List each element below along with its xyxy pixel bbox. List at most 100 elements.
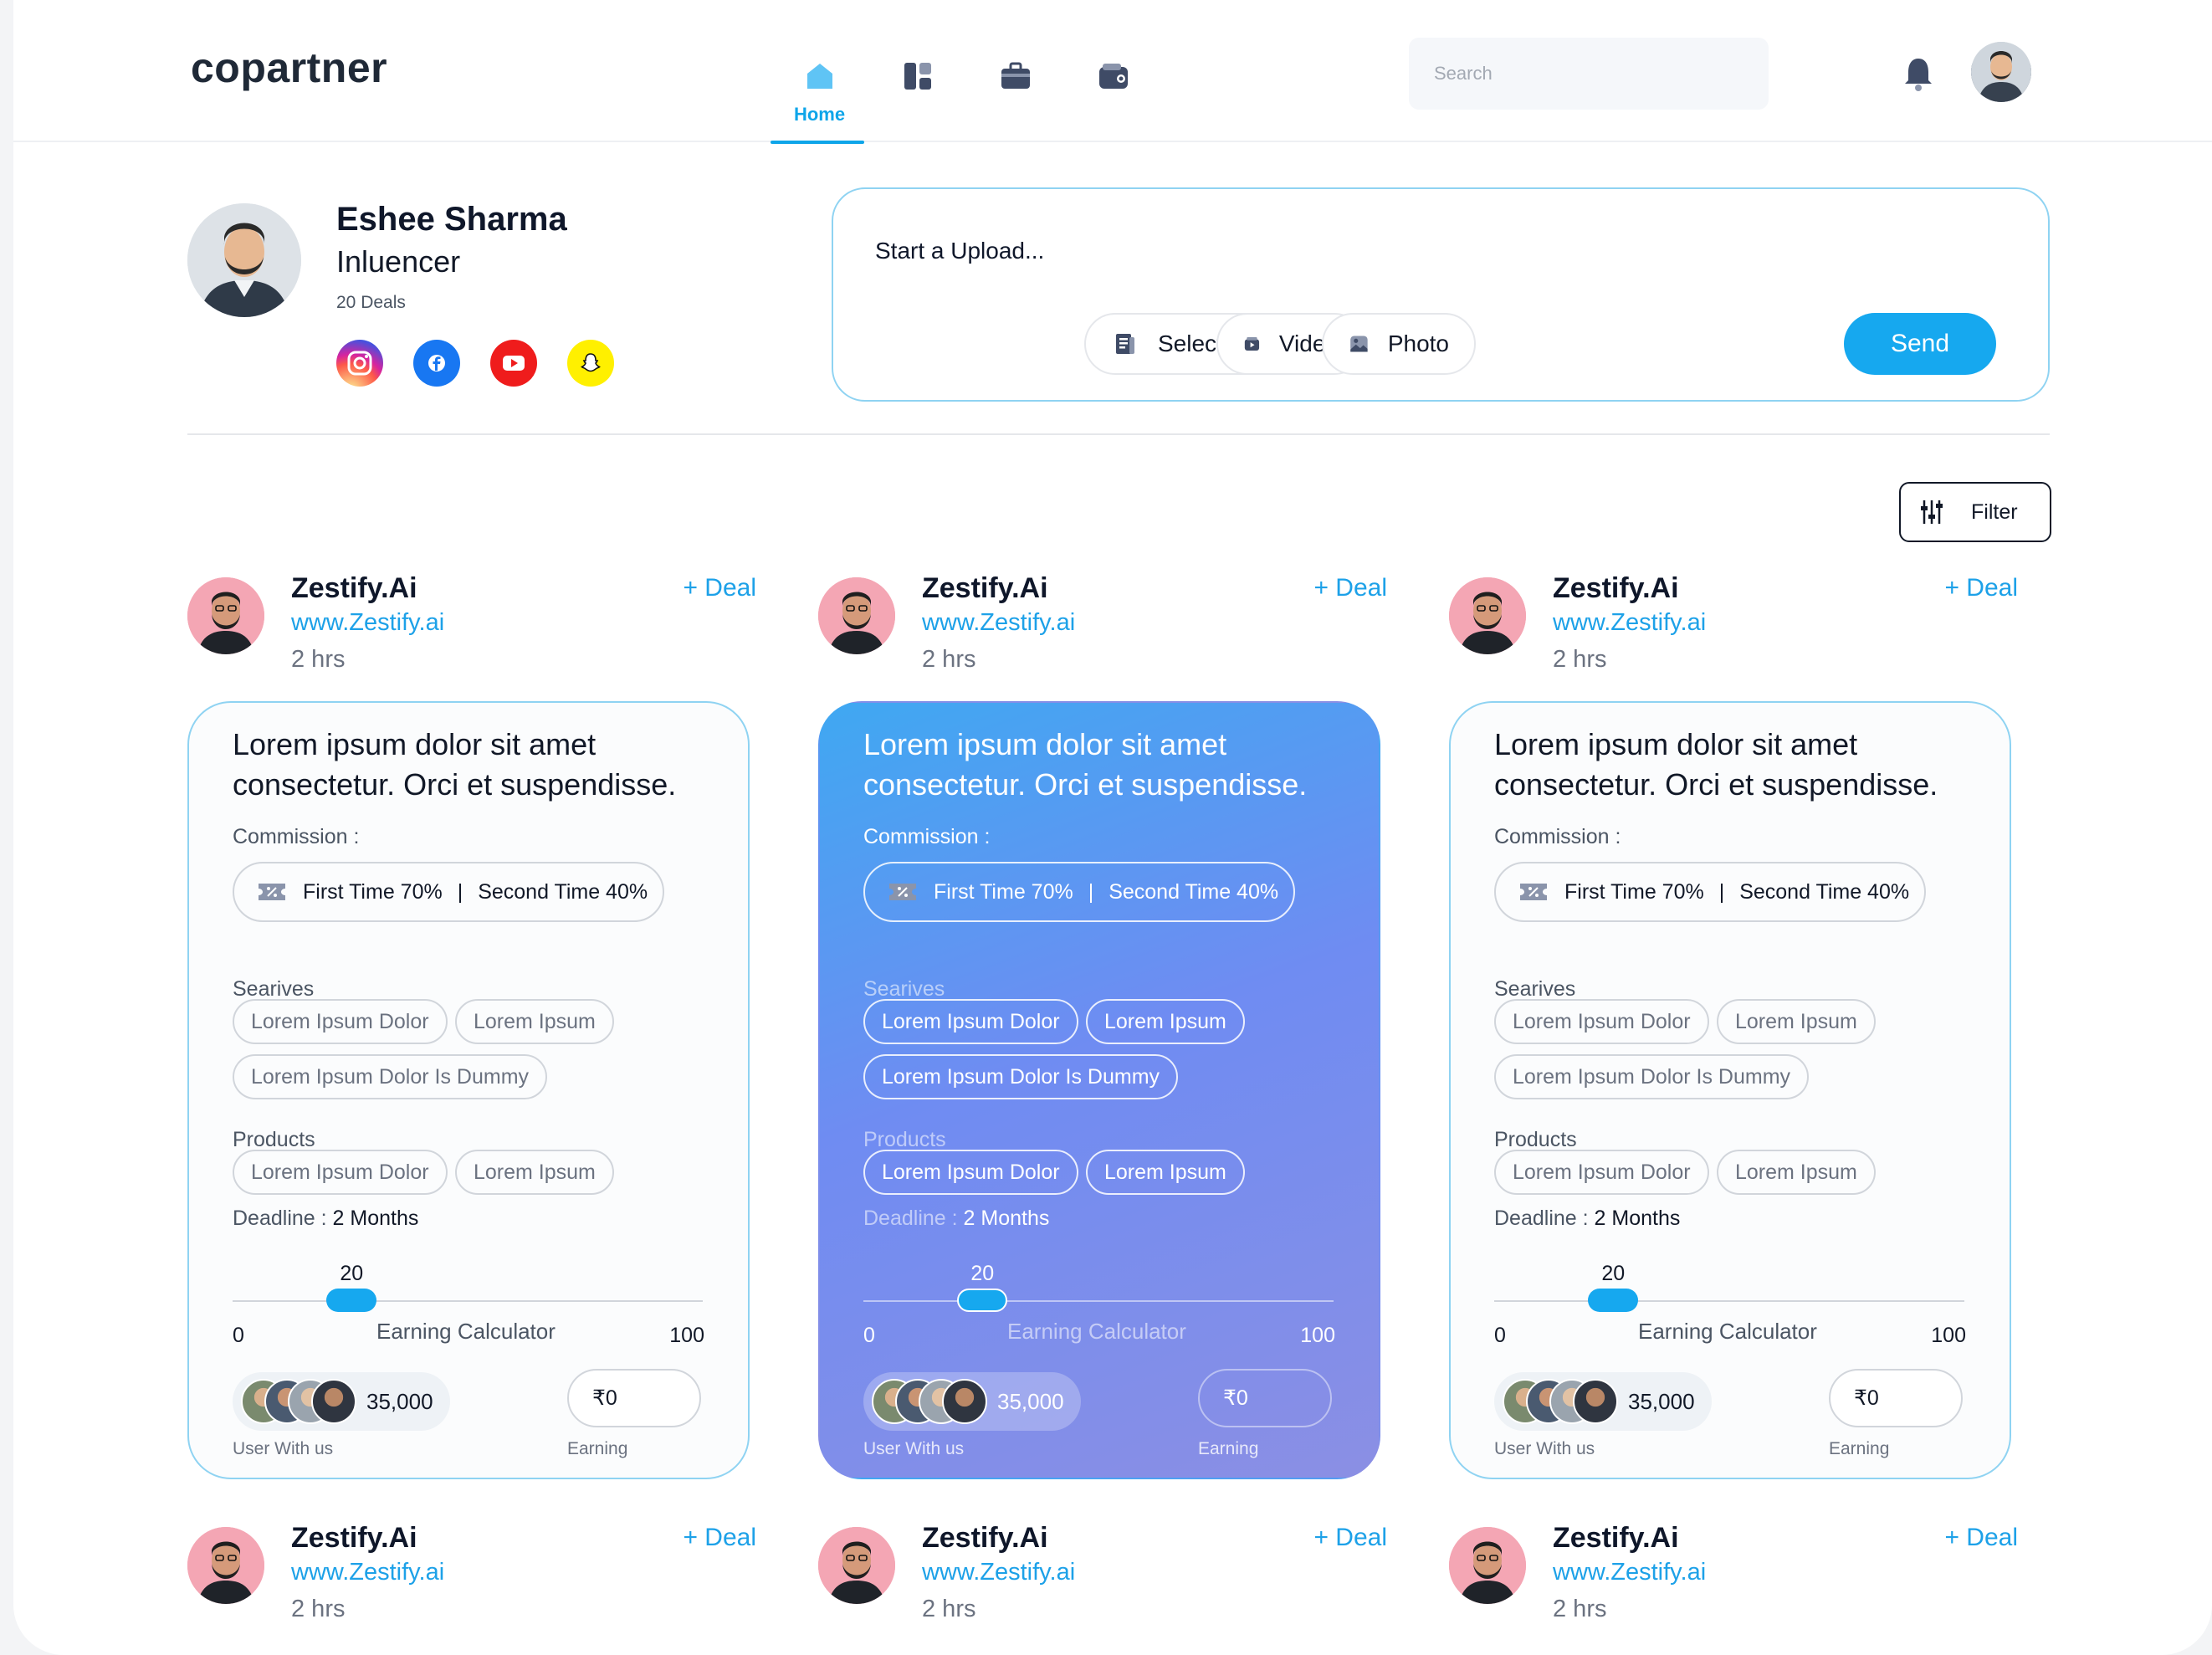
service-chip[interactable]: Lorem Ipsum Dolor Is Dummy bbox=[233, 1054, 548, 1099]
company-name: Zestify.Ai bbox=[922, 572, 1048, 604]
service-chip[interactable]: Lorem Ipsum Dolor bbox=[1494, 999, 1709, 1044]
product-chip[interactable]: Lorem Ipsum bbox=[1086, 1150, 1245, 1195]
earning-slider-handle[interactable] bbox=[1588, 1289, 1639, 1312]
snapchat-icon[interactable] bbox=[567, 340, 614, 387]
app-frame: copartner Home Eshee Sharma Inluencer bbox=[13, 0, 2212, 1655]
slider-min: 0 bbox=[1494, 1324, 1506, 1347]
profile-avatar bbox=[187, 203, 301, 317]
services-label: Searives bbox=[1494, 977, 1576, 1001]
service-chip[interactable]: Lorem Ipsum bbox=[455, 999, 614, 1044]
profile-deals-count: 20 Deals bbox=[336, 293, 406, 312]
slider-max: 100 bbox=[669, 1324, 704, 1347]
post-time: 2 hrs bbox=[922, 646, 976, 673]
deal-card[interactable]: Lorem ipsum dolor sit amet consectetur. … bbox=[1449, 701, 2011, 1479]
social-links bbox=[336, 340, 614, 387]
earning-slider-track[interactable] bbox=[233, 1300, 703, 1302]
user-avatars bbox=[1503, 1379, 1620, 1424]
upload-prompt[interactable]: Start a Upload... bbox=[875, 238, 1044, 264]
section-divider bbox=[187, 433, 2050, 435]
product-chip[interactable]: Lorem Ipsum bbox=[1717, 1150, 1876, 1195]
select-label: Select bbox=[1158, 330, 1223, 356]
first-time-rate: First Time 70% bbox=[303, 879, 443, 904]
company-url[interactable]: www.Zestify.ai bbox=[1553, 609, 1706, 637]
add-deal-link[interactable]: + Deal bbox=[1944, 1524, 2018, 1552]
deal-header: Zestify.Ai www.Zestify.ai 2 hrs + Deal bbox=[818, 572, 1387, 678]
filter-button[interactable]: Filter bbox=[1899, 482, 2051, 542]
instagram-icon[interactable] bbox=[336, 340, 383, 387]
service-chip[interactable]: Lorem Ipsum Dolor bbox=[233, 999, 448, 1044]
company-url[interactable]: www.Zestify.ai bbox=[922, 1559, 1075, 1586]
post-time: 2 hrs bbox=[291, 1596, 346, 1622]
company-name: Zestify.Ai bbox=[291, 1522, 417, 1554]
users-label: User With us bbox=[233, 1439, 334, 1458]
deal-card[interactable]: Lorem ipsum dolor sit amet consectetur. … bbox=[818, 701, 1380, 1479]
discount-ticket-icon bbox=[889, 884, 916, 900]
add-deal-link[interactable]: + Deal bbox=[683, 1524, 756, 1552]
photo-button[interactable]: Photo bbox=[1322, 313, 1476, 375]
user-avatars bbox=[872, 1379, 989, 1424]
facebook-icon[interactable] bbox=[413, 340, 460, 387]
service-chip[interactable]: Lorem Ipsum Dolor Is Dummy bbox=[1494, 1054, 1810, 1099]
company-url[interactable]: www.Zestify.ai bbox=[291, 609, 444, 637]
earning-field[interactable]: ₹0 bbox=[1198, 1369, 1332, 1427]
product-chip[interactable]: Lorem Ipsum bbox=[455, 1150, 614, 1195]
deadline-label: Deadline : bbox=[1494, 1207, 1589, 1230]
post-time: 2 hrs bbox=[1553, 1596, 1607, 1622]
product-chip[interactable]: Lorem Ipsum Dolor bbox=[233, 1150, 448, 1195]
product-chip[interactable]: Lorem Ipsum Dolor bbox=[1494, 1150, 1709, 1195]
slider-min: 0 bbox=[863, 1324, 875, 1347]
rate-separator: | bbox=[1718, 879, 1725, 904]
user-avatar[interactable] bbox=[1971, 42, 2031, 102]
nav-wallet[interactable] bbox=[1064, 44, 1162, 142]
service-chip[interactable]: Lorem Ipsum Dolor bbox=[863, 999, 1078, 1044]
slider-max: 100 bbox=[1300, 1324, 1335, 1347]
bell-icon[interactable] bbox=[1902, 55, 1935, 92]
add-deal-link[interactable]: + Deal bbox=[683, 574, 756, 602]
nav-deals[interactable] bbox=[966, 44, 1064, 142]
company-avatar[interactable] bbox=[187, 1527, 264, 1604]
service-chip[interactable]: Lorem Ipsum bbox=[1717, 999, 1876, 1044]
logo[interactable]: copartner bbox=[191, 44, 387, 92]
earning-slider-handle[interactable] bbox=[326, 1289, 377, 1312]
send-button[interactable]: Send bbox=[1844, 313, 1996, 375]
company-avatar[interactable] bbox=[818, 1527, 895, 1604]
service-chip[interactable]: Lorem Ipsum Dolor Is Dummy bbox=[863, 1054, 1179, 1099]
users-label: User With us bbox=[863, 1439, 965, 1458]
deal-card[interactable]: Lorem ipsum dolor sit amet consectetur. … bbox=[187, 701, 750, 1479]
company-avatar[interactable] bbox=[1449, 577, 1526, 654]
users-count: 35,000 bbox=[997, 1388, 1064, 1414]
users-pill: 35,000 bbox=[863, 1372, 1081, 1431]
deadline-label: Deadline : bbox=[863, 1207, 958, 1230]
product-chip[interactable]: Lorem Ipsum Dolor bbox=[863, 1150, 1078, 1195]
discount-ticket-icon bbox=[1520, 884, 1547, 900]
service-chip[interactable]: Lorem Ipsum bbox=[1086, 999, 1245, 1044]
nav-dashboard[interactable] bbox=[868, 44, 966, 142]
add-deal-link[interactable]: + Deal bbox=[1313, 574, 1387, 602]
search-input[interactable] bbox=[1409, 38, 1769, 110]
youtube-icon[interactable] bbox=[490, 340, 537, 387]
company-avatar[interactable] bbox=[187, 577, 264, 654]
company-avatar[interactable] bbox=[818, 577, 895, 654]
first-time-rate: First Time 70% bbox=[934, 879, 1073, 904]
company-url[interactable]: www.Zestify.ai bbox=[1553, 1559, 1706, 1586]
users-label: User With us bbox=[1494, 1439, 1595, 1458]
earning-field[interactable]: ₹0 bbox=[1829, 1369, 1963, 1427]
earning-slider-track[interactable] bbox=[863, 1300, 1334, 1302]
company-avatar[interactable] bbox=[1449, 1527, 1526, 1604]
company-url[interactable]: www.Zestify.ai bbox=[922, 609, 1075, 637]
add-deal-link[interactable]: + Deal bbox=[1944, 574, 2018, 602]
nav-home[interactable]: Home bbox=[771, 44, 868, 144]
earning-label: Earning bbox=[1829, 1439, 1890, 1458]
company-url[interactable]: www.Zestify.ai bbox=[291, 1559, 444, 1586]
earning-slider-track[interactable] bbox=[1494, 1300, 1964, 1302]
photo-label: Photo bbox=[1387, 330, 1449, 356]
home-icon bbox=[806, 64, 832, 89]
earning-field[interactable]: ₹0 bbox=[567, 1369, 701, 1427]
post-time: 2 hrs bbox=[922, 1596, 976, 1622]
upload-composer[interactable]: Start a Upload... Select Video Photo Sen… bbox=[832, 187, 2050, 402]
slider-max: 100 bbox=[1931, 1324, 1966, 1347]
deal-header: Zestify.Ai www.Zestify.ai 2 hrs + Deal bbox=[1449, 1522, 2018, 1627]
add-deal-link[interactable]: + Deal bbox=[1313, 1524, 1387, 1552]
earning-slider-handle[interactable] bbox=[957, 1289, 1008, 1312]
rate-separator: | bbox=[457, 879, 463, 904]
